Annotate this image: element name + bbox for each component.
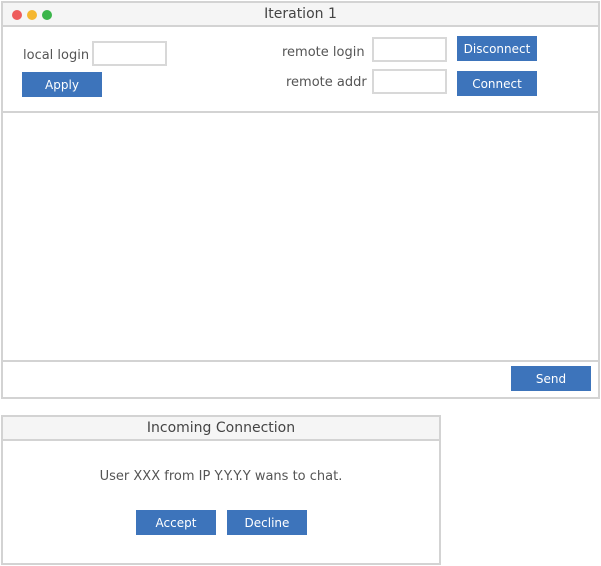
chat-history-area[interactable] <box>3 113 598 360</box>
apply-button[interactable]: Apply <box>22 72 102 97</box>
dialog-title-bar: Incoming Connection <box>3 417 439 441</box>
window-title: Iteration 1 <box>264 6 337 22</box>
message-input[interactable] <box>3 362 503 397</box>
send-button[interactable]: Send <box>511 366 591 391</box>
dialog-title: Incoming Connection <box>146 420 296 436</box>
accept-button[interactable]: Accept <box>136 510 216 535</box>
remote-login-input[interactable] <box>372 37 447 62</box>
dialog-message: User XXX from IP Y.Y.Y.Y wans to chat. <box>99 469 343 484</box>
local-login-label: local login <box>23 48 90 63</box>
disconnect-button[interactable]: Disconnect <box>457 36 537 61</box>
decline-button[interactable]: Decline <box>227 510 307 535</box>
remote-login-label: remote login <box>282 45 365 60</box>
connect-button[interactable]: Connect <box>457 71 537 96</box>
title-bar: Iteration 1 <box>3 3 598 27</box>
main-window: Iteration 1 local login Apply remote log… <box>1 1 600 399</box>
remote-addr-label: remote addr <box>286 75 367 90</box>
remote-addr-input[interactable] <box>372 69 447 94</box>
local-login-input[interactable] <box>92 41 167 66</box>
incoming-connection-dialog: Incoming Connection User XXX from IP Y.Y… <box>1 415 441 565</box>
